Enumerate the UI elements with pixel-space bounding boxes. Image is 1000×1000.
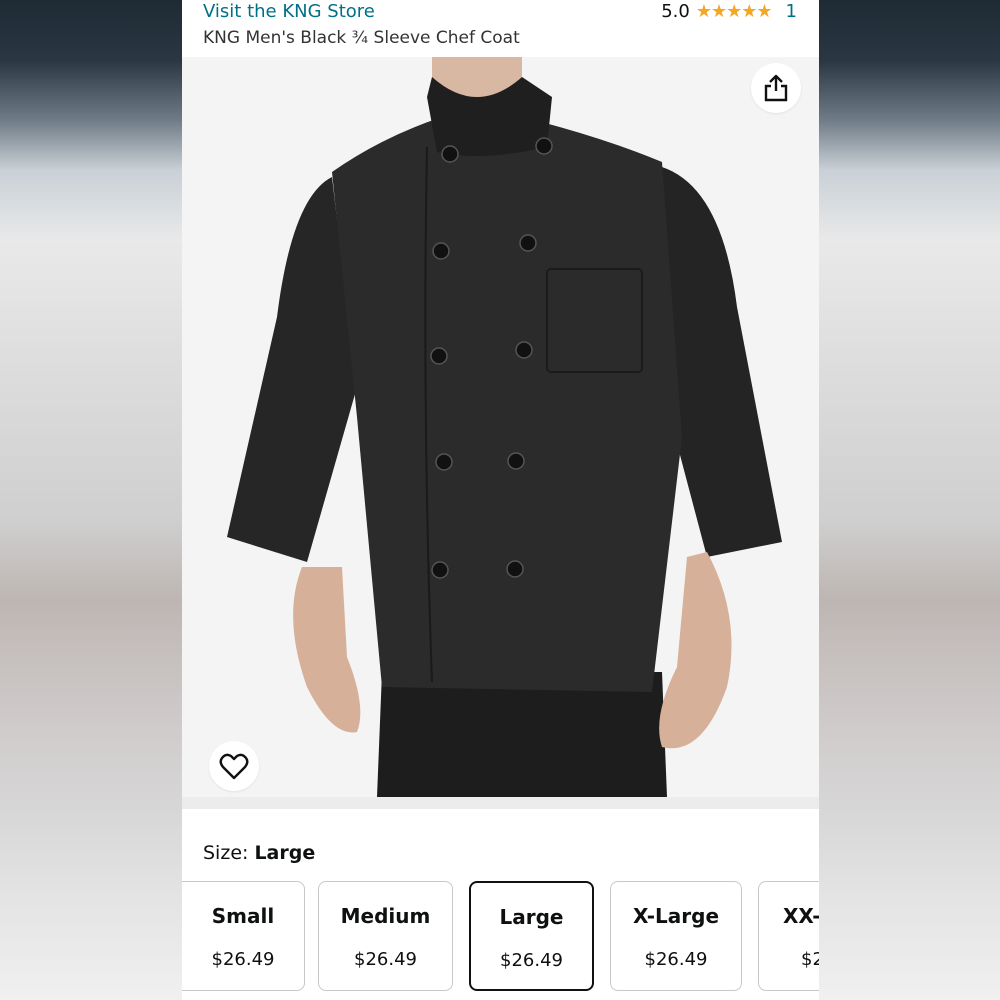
size-option-large[interactable]: Large $26.49 (469, 881, 594, 991)
rating-value: 5.0 (661, 1, 690, 22)
size-option-price: $26.49 (644, 949, 708, 970)
size-label: Size: Large (203, 842, 315, 864)
size-option-price: $26.49 (354, 949, 417, 970)
background-left (0, 0, 182, 1000)
size-option-price: $26.49 (500, 950, 563, 971)
size-option-name: XX- (783, 904, 819, 928)
size-option-name: Small (211, 904, 275, 928)
rating[interactable]: 5.0 ★★★★★ 1 (661, 0, 797, 24)
size-options: Small $26.49 Medium $26.49 Large $26.49 … (182, 881, 819, 991)
heart-icon (219, 753, 249, 780)
size-option-name: X-Large (632, 904, 720, 928)
share-icon (764, 74, 788, 102)
size-option-xx-large[interactable]: XX- $2 (758, 881, 819, 991)
size-option-name: Medium (340, 904, 431, 928)
size-option-x-large[interactable]: X-Large $26.49 (610, 881, 742, 991)
product-image[interactable] (182, 57, 819, 797)
size-option-small[interactable]: Small $26.49 (182, 881, 305, 991)
star-rating-icon: ★★★★★ (695, 1, 773, 22)
rating-count[interactable]: 1 (786, 0, 797, 24)
favorite-button[interactable] (209, 741, 259, 791)
chef-coat-photo (227, 57, 782, 797)
size-option-medium[interactable]: Medium $26.49 (318, 881, 453, 991)
product-page: Visit the KNG Store 5.0 ★★★★★ 1 KNG Men'… (182, 0, 819, 1000)
size-option-price: $26.49 (211, 949, 275, 970)
product-title: KNG Men's Black ¾ Sleeve Chef Coat (203, 28, 520, 48)
background-right (818, 0, 1000, 1000)
size-option-name: Large (499, 905, 564, 929)
section-divider (182, 797, 819, 809)
size-selected-value: Large (254, 842, 316, 864)
size-option-price: $2 (801, 949, 819, 970)
size-label-prefix: Size: (203, 842, 255, 864)
share-button[interactable] (751, 63, 801, 113)
store-link[interactable]: Visit the KNG Store (203, 0, 375, 24)
